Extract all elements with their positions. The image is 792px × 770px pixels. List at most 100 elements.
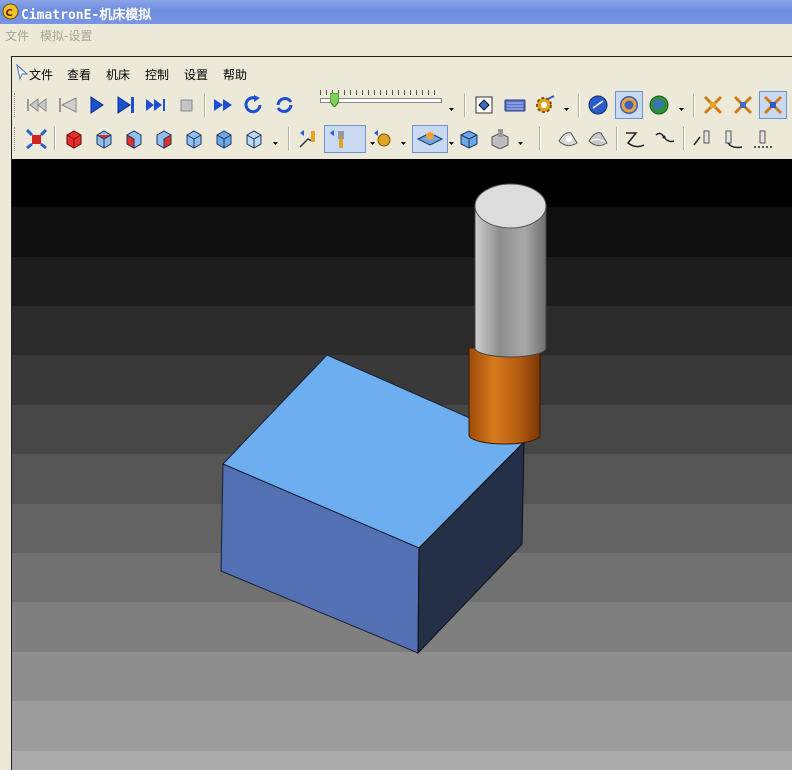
tool-holder-button[interactable] (324, 125, 366, 153)
probe-trace-icon (754, 130, 772, 148)
rotate-view-icon (244, 95, 262, 114)
arc-path-icon (655, 132, 675, 143)
app-icon: C (2, 3, 19, 20)
keyboard-icon (504, 99, 526, 112)
refresh-button[interactable] (271, 92, 297, 118)
play-icon (90, 96, 104, 114)
toolbar-separator (54, 127, 56, 151)
wireframe-shade-icon (558, 132, 578, 147)
view-cube-left-icon (156, 130, 172, 149)
stop-icon (180, 99, 193, 112)
simulation-scene (220, 183, 547, 655)
view-front-button[interactable] (60, 126, 86, 152)
fast-forward-icon (214, 99, 232, 111)
blue-disc-button[interactable] (585, 92, 611, 118)
view-left-button[interactable] (150, 126, 176, 152)
orange-ring-button[interactable] (615, 91, 643, 119)
probe-tool-button[interactable] (689, 126, 715, 152)
outer-menu-file[interactable]: 文件 (5, 27, 29, 44)
outer-menu-bar: 文件 模拟-设置 (0, 24, 792, 46)
machine-display-icon (491, 129, 509, 149)
toolbar-separator (578, 93, 580, 117)
toolbar-playback (12, 89, 792, 121)
curve-path-icon (626, 132, 645, 148)
step-back-icon (59, 97, 77, 113)
menu-machine[interactable]: 机床 (106, 66, 130, 83)
toolbar-separator (464, 93, 466, 117)
probe-path-icon (725, 130, 743, 149)
stop-button[interactable] (173, 92, 199, 118)
view-back-button[interactable] (210, 126, 236, 152)
view-right-button[interactable] (120, 126, 146, 152)
part-display-button[interactable] (455, 126, 481, 152)
chevron-down-icon[interactable] (679, 108, 684, 111)
multi-view-button[interactable] (730, 92, 756, 118)
tool-body (468, 347, 541, 445)
view-cube-right-icon (126, 130, 142, 149)
keyboard-button[interactable] (501, 92, 527, 118)
machine-view-icon (475, 96, 493, 114)
toolbar-grip[interactable] (14, 127, 18, 151)
skip-to-end-button[interactable] (142, 92, 168, 118)
toolbar-separator (616, 127, 618, 151)
toolbar-grip[interactable] (14, 93, 18, 117)
view-cube-front-icon (66, 130, 82, 149)
chevron-down-icon[interactable] (449, 142, 454, 145)
fast-forward-button[interactable] (210, 92, 236, 118)
probe-tool-icon (693, 130, 710, 146)
simulation-window: 文件 查看 机床 控制 设置 帮助 (11, 56, 792, 770)
smooth-shade-icon (588, 132, 608, 147)
machine-display-button[interactable] (486, 126, 512, 152)
menu-bar: 文件 查看 机床 控制 设置 帮助 (12, 57, 792, 87)
outer-menu-simulation-settings[interactable]: 模拟-设置 (40, 27, 92, 44)
globe-button[interactable] (646, 92, 672, 118)
title-bar: C CimatronE-机床模拟 (0, 0, 792, 24)
arc-path-button[interactable] (651, 126, 677, 152)
settings-gear-button[interactable] (531, 92, 557, 118)
menu-help[interactable]: 帮助 (223, 66, 247, 83)
window-title: CimatronE-机床模拟 (21, 8, 152, 23)
chevron-down-icon[interactable] (564, 108, 569, 111)
view-cube-top-icon (186, 130, 202, 149)
chevron-down-icon[interactable] (401, 142, 406, 145)
toolbar-views (12, 123, 792, 155)
speed-slider-thumb[interactable] (330, 93, 339, 107)
tool-holder (474, 183, 547, 358)
probe-trace-button[interactable] (749, 126, 775, 152)
play-button[interactable] (83, 92, 109, 118)
split-view-button[interactable] (700, 92, 726, 118)
step-forward-button[interactable] (112, 92, 138, 118)
view-bottom-button[interactable] (240, 126, 266, 152)
menu-control[interactable]: 控制 (145, 66, 169, 83)
stock-display-button[interactable] (412, 125, 448, 153)
machine-view-button[interactable] (471, 92, 497, 118)
fit-all-button[interactable] (23, 126, 49, 152)
view-top-button[interactable] (180, 126, 206, 152)
settings-gear-icon (536, 95, 555, 113)
active-view-icon (763, 95, 783, 115)
chevron-down-icon[interactable] (273, 142, 278, 145)
toolbar-separator (683, 127, 685, 151)
menu-view[interactable]: 查看 (67, 66, 91, 83)
probe-path-button[interactable] (719, 126, 745, 152)
step-back-button[interactable] (53, 92, 79, 118)
active-view-button[interactable] (759, 91, 787, 119)
chevron-down-icon[interactable] (518, 142, 523, 145)
rewind-to-start-button[interactable] (23, 92, 49, 118)
menu-arrow-icon (16, 63, 29, 81)
menu-settings[interactable]: 设置 (184, 66, 208, 83)
menu-file[interactable]: 文件 (29, 66, 53, 83)
holder-top-face (474, 183, 547, 229)
toolbar-separator (693, 93, 695, 117)
tool-path-button[interactable] (295, 126, 321, 152)
tool-rotate-button[interactable] (369, 126, 395, 152)
holder-body (474, 205, 547, 358)
simulation-viewport[interactable] (12, 159, 792, 770)
chevron-down-icon[interactable] (449, 108, 454, 111)
curve-path-button[interactable] (621, 126, 647, 152)
wireframe-shade-button[interactable] (554, 126, 580, 152)
smooth-shade-button[interactable] (584, 126, 610, 152)
view-iso-button[interactable] (90, 126, 116, 152)
cutting-tool (468, 347, 541, 445)
rotate-view-button[interactable] (240, 92, 266, 118)
